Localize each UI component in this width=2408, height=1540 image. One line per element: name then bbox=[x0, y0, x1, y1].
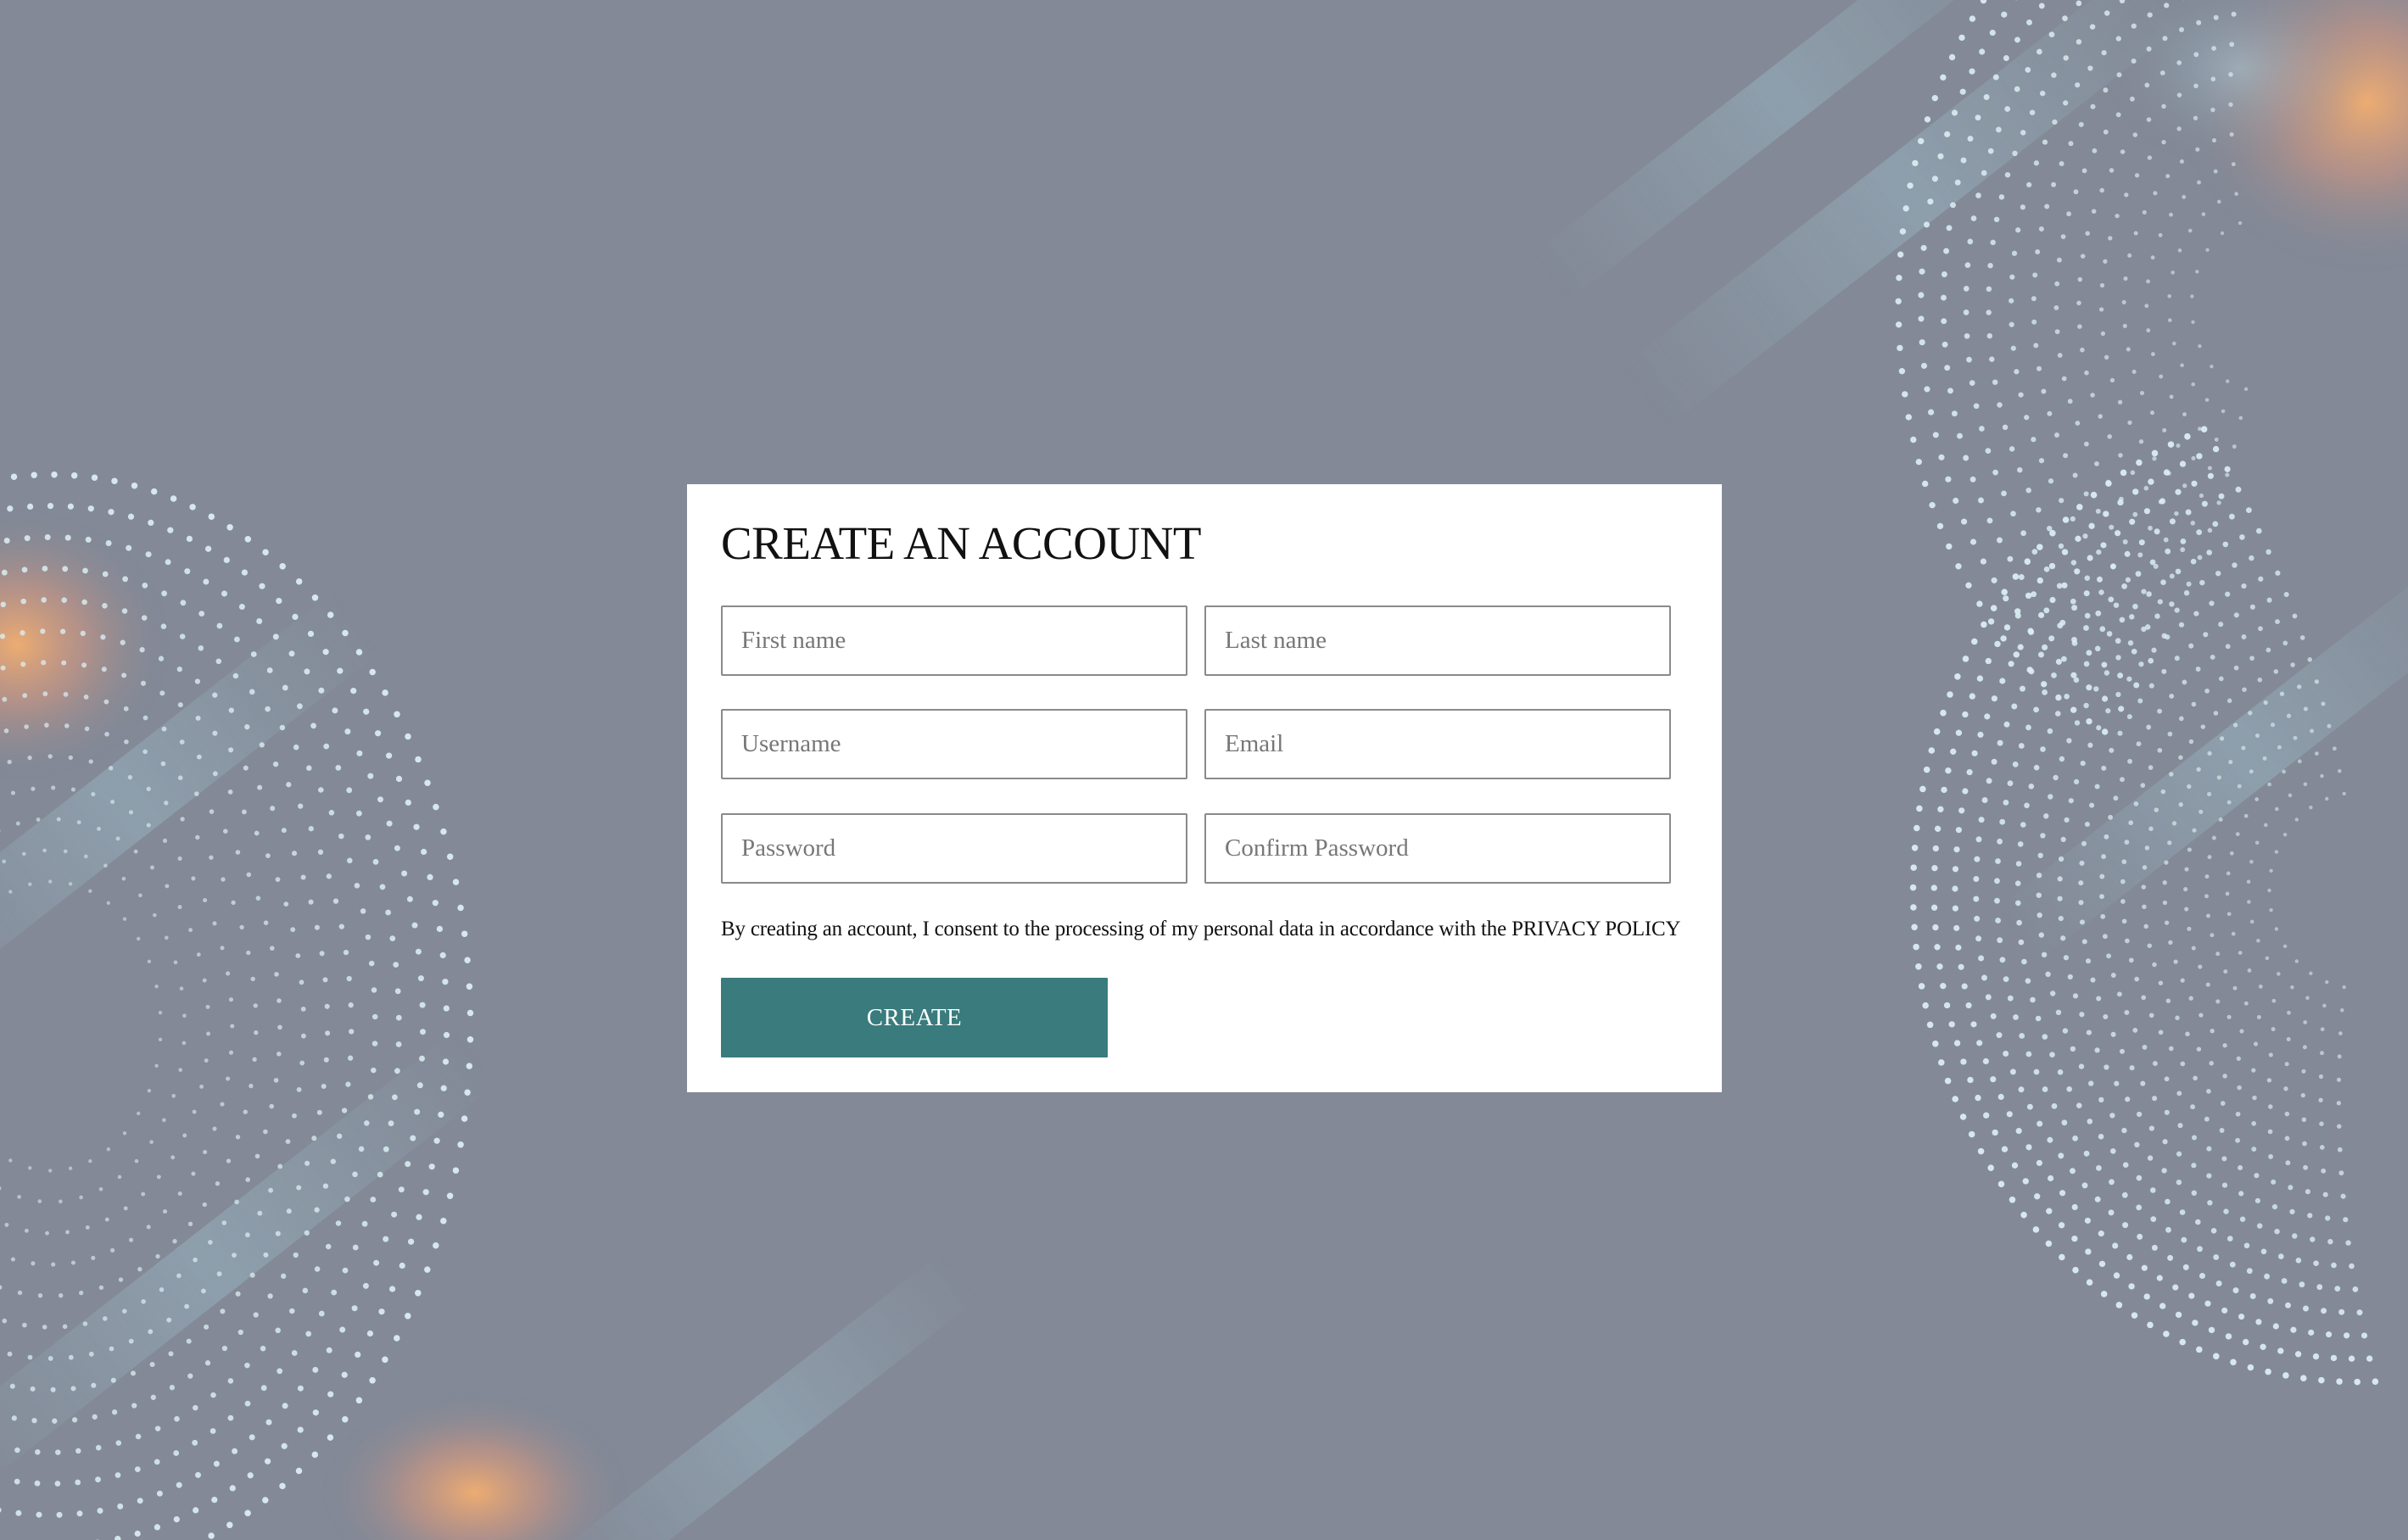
password-input[interactable] bbox=[721, 813, 1187, 884]
create-account-card: CREATE AN ACCOUNT By creating an account… bbox=[687, 484, 1722, 1092]
form-title: CREATE AN ACCOUNT bbox=[721, 517, 1202, 569]
confirm-password-input[interactable] bbox=[1204, 813, 1671, 884]
create-account-button[interactable]: CREATE bbox=[721, 978, 1108, 1057]
consent-text: By creating an account, I consent to the… bbox=[721, 918, 1512, 940]
privacy-policy-link[interactable]: PRIVACY POLICY bbox=[1511, 918, 1681, 940]
last-name-input[interactable] bbox=[1204, 605, 1671, 676]
username-input[interactable] bbox=[721, 709, 1187, 779]
first-name-input[interactable] bbox=[721, 605, 1187, 676]
consent-notice: By creating an account, I consent to the… bbox=[721, 916, 1696, 944]
email-input[interactable] bbox=[1204, 709, 1671, 779]
